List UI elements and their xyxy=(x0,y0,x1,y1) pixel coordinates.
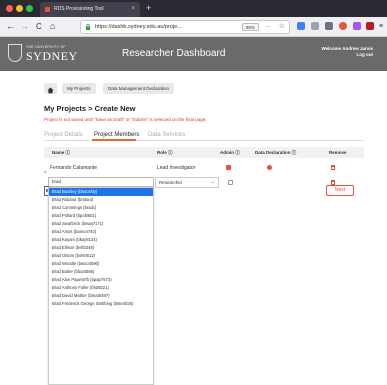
suggestion-item[interactable]: Brad Swarbrick (bswa7171) xyxy=(49,220,153,228)
page-title: My Projects > Create New xyxy=(44,104,136,113)
main-content: My Projects Data Management Declaration … xyxy=(0,71,387,385)
window-maximize-button[interactable] xyxy=(26,5,33,12)
zoom-level[interactable]: 80% xyxy=(241,23,259,31)
tab-close-icon[interactable]: × xyxy=(131,2,135,17)
forward-arrow-icon[interactable]: → xyxy=(20,21,29,32)
suggestion-item[interactable]: Brad Alan Papworth (bpap7573) xyxy=(49,276,153,284)
members-table-header: Name ⓘ Role ⓘ Admin ⓘ Data Declaration ⓘ… xyxy=(44,147,364,158)
university-logo[interactable]: THE UNIVERSITY OF SYDNEY xyxy=(8,42,90,66)
trash-icon[interactable] xyxy=(331,165,335,170)
app-header: THE UNIVERSITY OF SYDNEY Researcher Dash… xyxy=(0,37,387,71)
suggestion-item[interactable]: Brad Riddout (bridout) xyxy=(49,196,153,204)
next-button[interactable]: Next xyxy=(326,185,354,196)
crest-icon xyxy=(8,44,22,62)
suggestion-item[interactable]: Brad Butler (bbut4586) xyxy=(49,268,153,276)
tab-title: RDS Provisioning Tool xyxy=(54,6,104,12)
suggestion-item[interactable]: Brad Cummings (bradc) xyxy=(49,204,153,212)
reload-icon[interactable]: C xyxy=(36,21,42,32)
suggestion-item[interactable]: Brad David Mather (bmat0497) xyxy=(49,292,153,300)
member-search-input[interactable]: brad xyxy=(48,177,154,187)
suggestion-item[interactable]: Brad Kayani (bkay8134) xyxy=(49,236,153,244)
col-declaration: Data Declaration ⓘ xyxy=(255,150,297,155)
col-role: Role ⓘ xyxy=(157,150,173,155)
lock-icon xyxy=(86,24,90,30)
my-projects-button[interactable]: My Projects xyxy=(62,83,96,94)
favicon-icon xyxy=(45,7,50,12)
warning-text: Project is not saved until "Save as Draf… xyxy=(44,117,207,122)
member-suggestions-dropdown[interactable]: Brad Buckley (bbuc4hly) Brad Riddout (br… xyxy=(48,187,154,385)
col-name: Name ⓘ xyxy=(52,150,71,155)
more-icon[interactable]: ··· xyxy=(265,21,271,33)
suggestion-item[interactable]: Brad Anthony Fuller (bful9221) xyxy=(49,284,153,292)
extension-purple-icon[interactable] xyxy=(353,22,361,30)
role-select[interactable]: Researcher ⌄ xyxy=(155,177,219,188)
sidebar-icon[interactable] xyxy=(325,22,333,30)
active-tab-indicator xyxy=(92,139,136,141)
declaration-status-icon xyxy=(267,165,272,170)
url-text: https://dashb.sydney.edu.au/proje... xyxy=(95,24,182,30)
suggestion-item[interactable]: Brad Buckley (bbuc4hly) xyxy=(49,188,153,196)
window-minimize-button[interactable] xyxy=(16,5,23,12)
url-bar[interactable]: https://dashb.sydney.edu.au/proje... 80%… xyxy=(80,20,290,34)
welcome-text: Welcome Andrew Jarvis xyxy=(321,46,373,51)
tab-data-services[interactable]: Data Services xyxy=(148,132,185,138)
col-remove: Remove xyxy=(329,150,347,155)
suggestion-item[interactable]: Brad Olsom (bols0812) xyxy=(49,252,153,260)
home-button[interactable] xyxy=(44,83,57,94)
extension-dark-icon[interactable] xyxy=(366,22,374,30)
library-icon[interactable] xyxy=(311,22,319,30)
browser-navbar: ← → C ⌂ https://dashb.sydney.edu.au/proj… xyxy=(0,17,387,37)
logout-link[interactable]: Log out xyxy=(357,52,374,57)
home-icon xyxy=(47,87,54,94)
logo-big-text: SYDNEY xyxy=(26,49,78,63)
back-arrow-icon[interactable]: ← xyxy=(6,21,15,32)
data-management-declaration-button[interactable]: Data Management Declaration xyxy=(103,83,175,94)
app-title: Researcher Dashboard xyxy=(122,48,226,59)
bookmark-star-icon[interactable]: ☆ xyxy=(279,21,285,33)
new-tab-button[interactable]: + xyxy=(146,2,151,15)
tab-project-details[interactable]: Project Details xyxy=(44,132,83,138)
new-admin-checkbox[interactable] xyxy=(228,180,233,185)
window-close-button[interactable] xyxy=(6,5,13,12)
browser-titlebar: RDS Provisioning Tool × + xyxy=(0,0,387,17)
required-marker: A xyxy=(44,169,47,174)
suggestion-item[interactable]: Brad Pollard (bpol0601) xyxy=(49,212,153,220)
home-icon[interactable]: ⌂ xyxy=(50,21,55,32)
member-name: Fernando Calamante xyxy=(50,165,97,171)
suggestion-item[interactable]: Brad Frederick George Stebbing (bste4026… xyxy=(49,300,153,308)
suggestion-item[interactable]: Brad Woodle (bwoo4090) xyxy=(49,260,153,268)
suggestion-item[interactable]: Brad Ellison (bell3348) xyxy=(49,244,153,252)
chevron-down-icon: ⌄ xyxy=(210,179,215,185)
suggestion-item[interactable]: Brad Amos (bamo4740) xyxy=(49,228,153,236)
role-select-value: Researcher xyxy=(159,180,183,185)
download-icon[interactable] xyxy=(297,22,305,30)
extension-red-icon[interactable] xyxy=(339,22,347,30)
col-admin: Admin ⓘ xyxy=(220,150,240,155)
admin-checkbox[interactable] xyxy=(226,165,231,170)
tab-project-members[interactable]: Project Members xyxy=(94,132,139,138)
member-role: Lead Investigator xyxy=(157,165,196,171)
menu-icon[interactable]: ≡ xyxy=(379,21,383,32)
browser-tab[interactable]: RDS Provisioning Tool × xyxy=(40,2,140,17)
